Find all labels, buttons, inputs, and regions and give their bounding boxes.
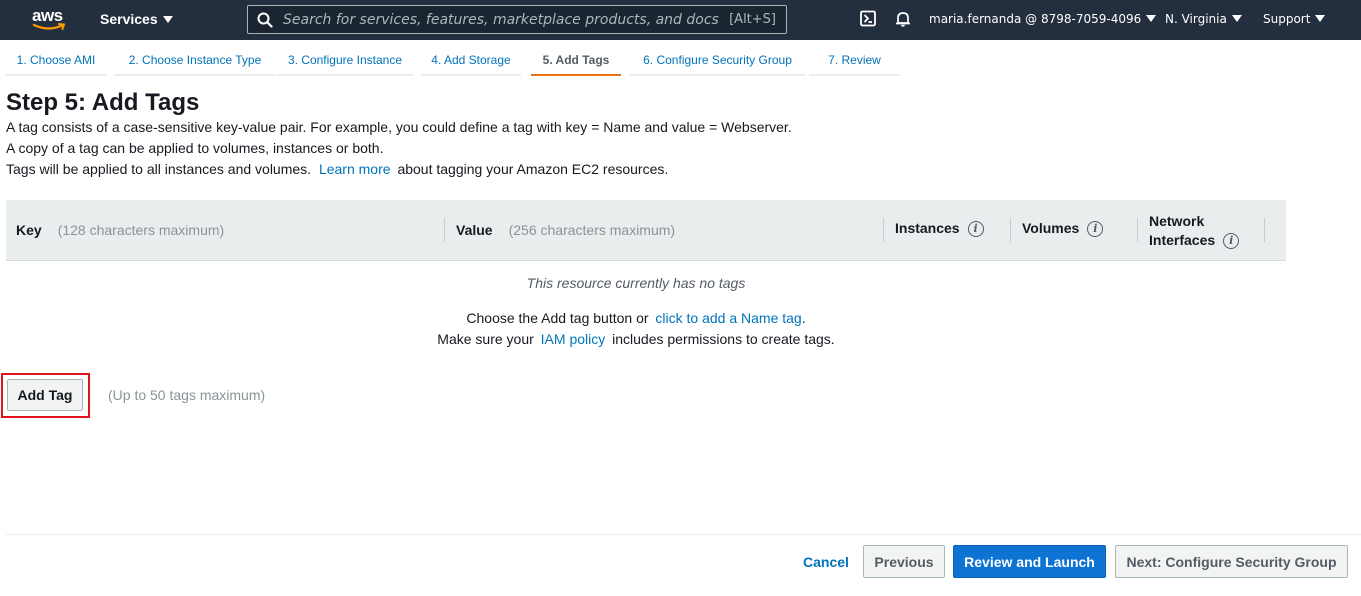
iam-policy-link[interactable]: IAM policy bbox=[541, 331, 606, 347]
chevron-down-icon bbox=[1315, 15, 1326, 22]
info-icon[interactable]: i bbox=[1087, 221, 1104, 238]
chevron-down-icon bbox=[1146, 15, 1157, 22]
tab-review[interactable]: 7. Review bbox=[809, 46, 900, 76]
services-menu[interactable]: Services bbox=[100, 11, 173, 27]
empty-state-text: This resource currently has no tags bbox=[526, 275, 746, 291]
region-menu[interactable]: N. Virginia bbox=[1165, 12, 1242, 26]
column-value-label: Value bbox=[456, 222, 493, 238]
column-network-label-line2: Interfaces bbox=[1149, 232, 1216, 248]
column-volumes: Volumes i bbox=[1022, 220, 1104, 238]
instruction-text: Choose the Add tag button or bbox=[466, 310, 649, 326]
search-icon bbox=[257, 12, 273, 28]
previous-button[interactable]: Previous bbox=[863, 545, 945, 578]
column-divider[interactable] bbox=[444, 218, 445, 242]
terminal-icon[interactable] bbox=[860, 10, 876, 28]
services-label: Services bbox=[100, 11, 158, 27]
next-configure-security-group-button[interactable]: Next: Configure Security Group bbox=[1115, 545, 1348, 578]
aws-logo[interactable]: aws bbox=[30, 4, 68, 34]
chevron-down-icon bbox=[162, 16, 173, 23]
column-instances-label: Instances bbox=[895, 220, 960, 236]
column-value: Value (256 characters maximum) bbox=[456, 222, 675, 238]
instruction-text: includes permissions to create tags. bbox=[612, 331, 835, 347]
chevron-down-icon bbox=[1231, 15, 1242, 22]
global-search[interactable]: [Alt+S] bbox=[247, 5, 787, 34]
footer-divider bbox=[6, 534, 1361, 535]
support-menu[interactable]: Support bbox=[1263, 12, 1326, 26]
region-label: N. Virginia bbox=[1165, 12, 1227, 26]
info-icon[interactable]: i bbox=[1223, 233, 1240, 250]
description-line-3: Tags will be applied to all instances an… bbox=[6, 161, 668, 177]
instruction-text: . bbox=[801, 310, 806, 326]
tab-choose-instance-type[interactable]: 2. Choose Instance Type bbox=[114, 46, 276, 76]
description-text: Tags will be applied to all instances an… bbox=[6, 161, 312, 177]
cancel-button[interactable]: Cancel bbox=[796, 545, 856, 578]
column-key: Key (128 characters maximum) bbox=[16, 222, 224, 238]
description-line-2: A copy of a tag can be applied to volume… bbox=[6, 140, 384, 156]
bell-icon[interactable] bbox=[894, 10, 912, 28]
tab-add-storage[interactable]: 4. Add Storage bbox=[421, 46, 521, 76]
tags-limit-hint: (Up to 50 tags maximum) bbox=[108, 387, 266, 403]
add-tag-button[interactable]: Add Tag bbox=[7, 379, 83, 411]
column-value-hint: (256 characters maximum) bbox=[508, 222, 676, 238]
tab-add-tags[interactable]: 5. Add Tags bbox=[531, 46, 621, 76]
iam-policy-instruction: Make sure your IAM policy includes permi… bbox=[6, 331, 1266, 347]
tags-table-header: Key (128 characters maximum) Value (256 ch… bbox=[6, 200, 1286, 261]
add-tag-instruction: Choose the Add tag button or click to ad… bbox=[6, 310, 1266, 326]
aws-smile-icon bbox=[32, 23, 66, 30]
account-menu[interactable]: maria.fernanda @ 8798-7059-4096 bbox=[929, 12, 1157, 26]
tab-choose-ami[interactable]: 1. Choose AMI bbox=[6, 46, 106, 76]
column-instances: Instances i bbox=[895, 220, 984, 238]
column-divider[interactable] bbox=[1010, 218, 1011, 242]
top-navigation-bar: aws Services [Alt+S] maria.fernanda @ 87… bbox=[0, 0, 1361, 40]
description-text: about tagging your Amazon EC2 resources. bbox=[397, 161, 669, 177]
support-label: Support bbox=[1263, 12, 1311, 26]
search-shortcut-hint: [Alt+S] bbox=[729, 12, 776, 27]
search-input[interactable] bbox=[283, 9, 723, 30]
column-volumes-label: Volumes bbox=[1022, 220, 1080, 236]
account-label: maria.fernanda @ 8798-7059-4096 bbox=[929, 12, 1142, 26]
tab-configure-security-group[interactable]: 6. Configure Security Group bbox=[630, 46, 805, 76]
column-divider[interactable] bbox=[1264, 218, 1265, 242]
add-name-tag-link[interactable]: click to add a Name tag bbox=[655, 310, 801, 326]
column-network-interfaces: Network Interfaces i bbox=[1149, 212, 1240, 250]
page-title: Step 5: Add Tags bbox=[6, 89, 200, 116]
learn-more-link[interactable]: Learn more bbox=[319, 161, 391, 177]
info-icon[interactable]: i bbox=[967, 221, 984, 238]
tab-configure-instance[interactable]: 3. Configure Instance bbox=[277, 46, 413, 76]
instruction-text: Make sure your bbox=[437, 331, 534, 347]
column-key-label: Key bbox=[16, 222, 42, 238]
review-and-launch-button[interactable]: Review and Launch bbox=[953, 545, 1106, 578]
description-line-1: A tag consists of a case-sensitive key-v… bbox=[6, 119, 792, 135]
column-key-hint: (128 characters maximum) bbox=[57, 222, 225, 238]
column-network-label-line1: Network bbox=[1149, 213, 1205, 229]
column-divider[interactable] bbox=[1137, 218, 1138, 242]
column-divider[interactable] bbox=[883, 218, 884, 242]
